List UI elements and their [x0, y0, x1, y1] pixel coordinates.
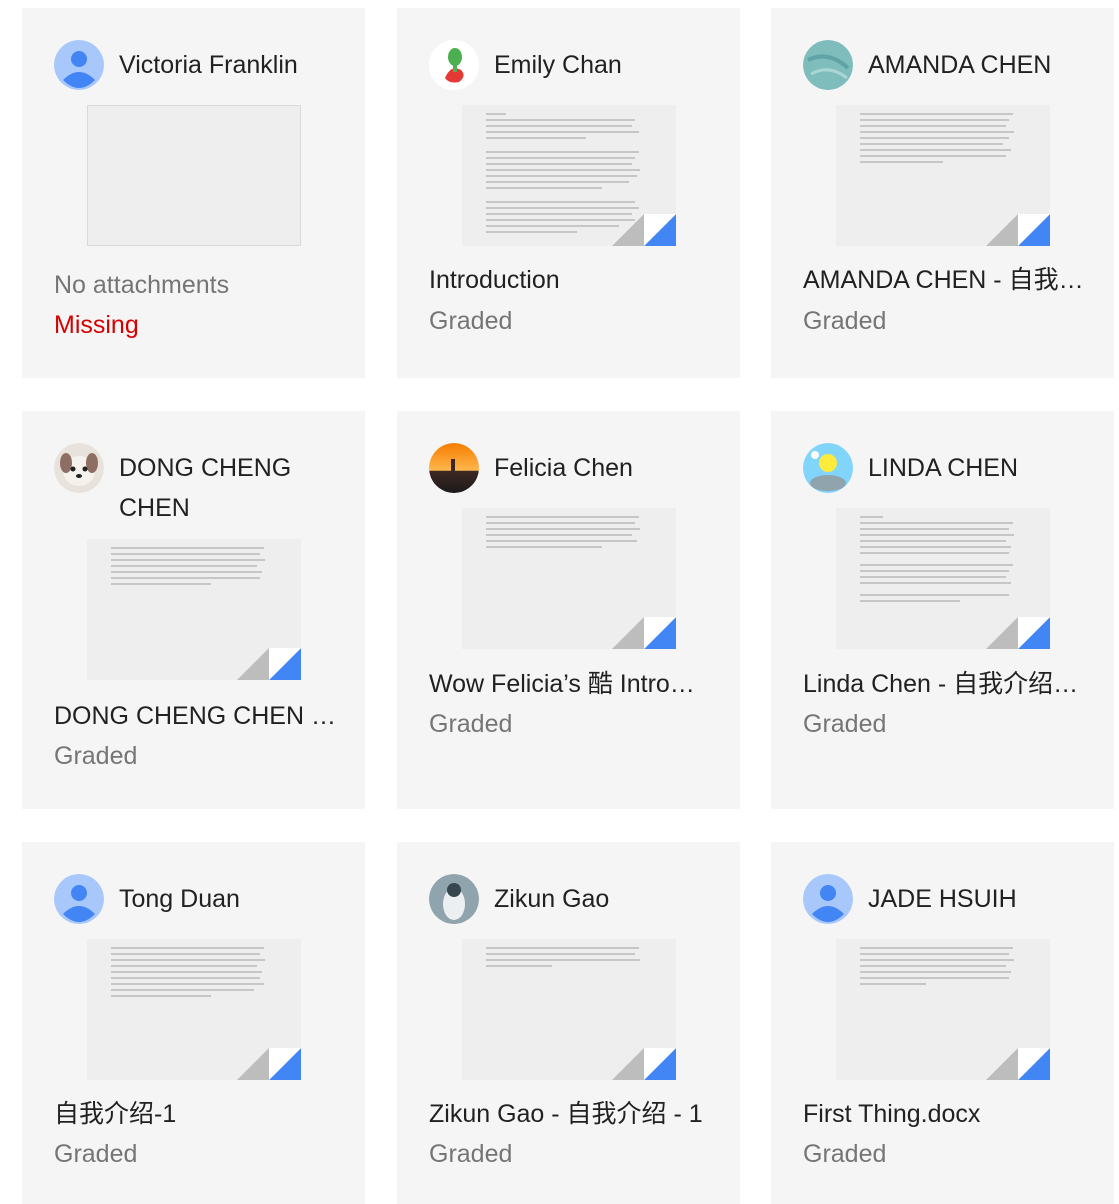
card-header: Tong Duan [54, 874, 349, 924]
card-header: Emily Chan [429, 40, 724, 90]
default-avatar-icon [54, 40, 104, 90]
document-type-icon [237, 648, 301, 680]
student-name: LINDA CHEN [868, 454, 1019, 482]
submissions-grid: Victoria Franklin No attachments Missing… [0, 0, 1119, 1204]
student-name: AMANDA CHEN [868, 51, 1052, 79]
status-label: Graded [54, 1140, 138, 1168]
card-header: JADE HSUIH [803, 874, 1098, 924]
submission-card-victoria-franklin[interactable]: Victoria Franklin No attachments Missing [22, 8, 365, 378]
submission-card-dong-cheng-chen[interactable]: DONG CHENG CHEN DONG CHENG CHEN -… Graded [22, 411, 365, 809]
student-name: DONG CHENG CHEN [119, 454, 292, 522]
card-header: Zikun Gao [429, 874, 724, 924]
submission-card-emily-chan[interactable]: Emily Chan Introduction Graded [397, 8, 740, 378]
card-header: Victoria Franklin [54, 40, 349, 90]
document-thumbnail[interactable] [836, 105, 1050, 246]
status-label: Graded [429, 710, 513, 738]
status-label: Graded [803, 710, 887, 738]
attachment-title[interactable]: First Thing.docx [803, 1098, 1090, 1130]
document-type-icon [237, 1048, 301, 1080]
default-avatar-icon [803, 874, 853, 924]
avatar [429, 40, 479, 90]
student-name: Tong Duan [119, 885, 240, 913]
status-label: Graded [429, 1140, 513, 1168]
attachment-title[interactable]: Introduction [429, 264, 716, 296]
document-thumbnail[interactable] [462, 105, 676, 246]
document-type-icon [986, 214, 1050, 246]
document-type-icon [986, 617, 1050, 649]
attachment-title[interactable]: DONG CHENG CHEN -… [54, 700, 341, 732]
student-name: Emily Chan [494, 51, 622, 79]
empty-attachment-placeholder [87, 105, 301, 246]
document-type-icon [612, 1048, 676, 1080]
document-type-icon [612, 214, 676, 246]
document-thumbnail[interactable] [462, 939, 676, 1080]
status-label: Missing [54, 311, 139, 339]
document-thumbnail[interactable] [462, 508, 676, 649]
avatar [803, 443, 853, 493]
submission-card-felicia-chen[interactable]: Felicia Chen Wow Felicia’s 酷 Intro… Grad… [397, 411, 740, 809]
status-label: Graded [429, 307, 513, 335]
submission-card-linda-chen[interactable]: LINDA CHEN Linda Chen - 自我介绍… Graded [771, 411, 1114, 809]
student-name: JADE HSUIH [868, 885, 1017, 913]
default-avatar-icon [54, 874, 104, 924]
attachment-title[interactable]: Zikun Gao - 自我介绍 - 1 [429, 1098, 716, 1130]
status-label: Graded [803, 1140, 887, 1168]
card-header: Felicia Chen [429, 443, 724, 493]
attachment-title[interactable]: Wow Felicia’s 酷 Intro… [429, 668, 716, 700]
avatar [429, 874, 479, 924]
document-thumbnail[interactable] [836, 508, 1050, 649]
status-label: Graded [803, 307, 887, 335]
student-name: Felicia Chen [494, 454, 633, 482]
document-thumbnail[interactable] [836, 939, 1050, 1080]
card-header: AMANDA CHEN [803, 40, 1098, 90]
attachment-title[interactable]: 自我介绍-1 [54, 1098, 341, 1130]
card-header: DONG CHENG CHEN [54, 443, 349, 528]
document-thumbnail[interactable] [87, 939, 301, 1080]
attachment-title[interactable]: Linda Chen - 自我介绍… [803, 668, 1090, 700]
attachment-title: No attachments [54, 271, 230, 299]
student-name: Zikun Gao [494, 885, 610, 913]
submission-card-amanda-chen[interactable]: AMANDA CHEN AMANDA CHEN - 自我… Graded [771, 8, 1114, 378]
document-type-icon [986, 1048, 1050, 1080]
card-header: LINDA CHEN [803, 443, 1098, 493]
submission-card-jade-hsuih[interactable]: JADE HSUIH First Thing.docx Graded [771, 842, 1114, 1204]
submission-card-tong-duan[interactable]: Tong Duan 自我介绍-1 Graded [22, 842, 365, 1204]
student-name: Victoria Franklin [119, 51, 298, 79]
document-thumbnail[interactable] [87, 539, 301, 680]
avatar [803, 40, 853, 90]
status-label: Graded [54, 742, 138, 770]
avatar [54, 443, 104, 493]
submission-card-zikun-gao[interactable]: Zikun Gao Zikun Gao - 自我介绍 - 1 Graded [397, 842, 740, 1204]
document-type-icon [612, 617, 676, 649]
avatar [429, 443, 479, 493]
attachment-title[interactable]: AMANDA CHEN - 自我… [803, 264, 1090, 296]
